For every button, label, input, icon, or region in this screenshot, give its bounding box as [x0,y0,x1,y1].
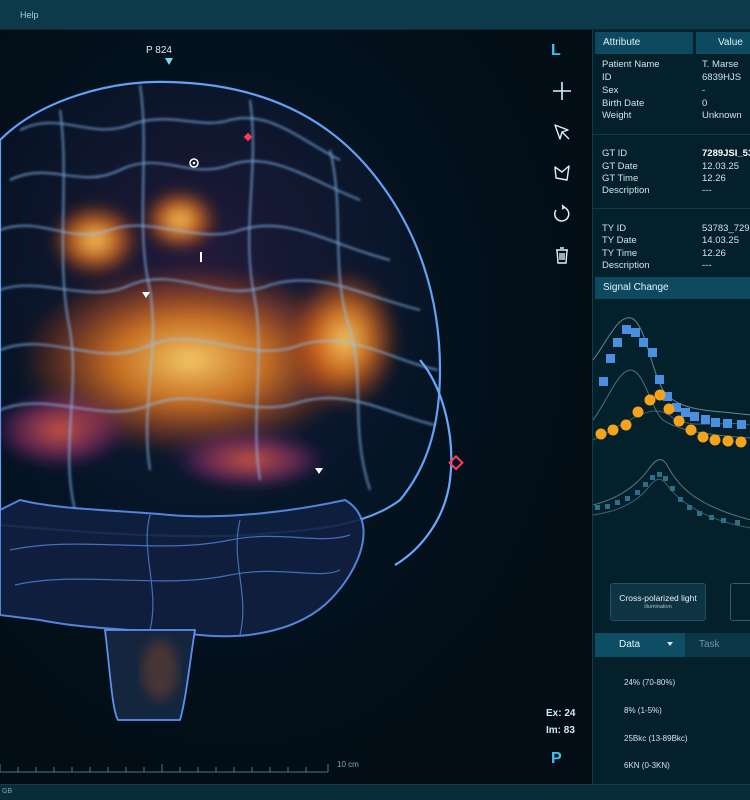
attr-value: --- [702,260,712,271]
data-list-item: 6KN (0-3KN) [624,761,670,770]
rotate-icon [554,204,570,222]
attr-value: 6839HJS [702,72,742,83]
attr-key: TY Date [602,235,637,246]
chevron-down-icon[interactable] [667,642,673,646]
trash-icon [556,247,568,264]
data-list-item: 24% (70-80%) [624,678,676,687]
attribute-table-header: Attribute Value [595,32,750,54]
view-orientation-bottom[interactable]: P [551,750,562,768]
attr-key: GT Date [602,161,638,172]
attr-value: 14.03.25 [702,235,739,246]
attr-key: ID [602,72,612,83]
data-list-item: 8% (1-5%) [624,706,662,715]
data-task-tabs: Data Task [595,633,750,657]
info-panel: Attribute Value Patient Name T. Marse ID… [592,30,750,784]
teal-series-markers [595,472,740,525]
attr-key: TY ID [602,223,627,234]
attr-key: Description [602,260,650,271]
attr-value: Unknown [702,110,742,121]
menu-help[interactable]: Help [20,10,39,20]
tab-data-label: Data [619,639,641,650]
data-list-item: 25Bkc (13-89Bkc) [624,734,688,743]
mode-button-label: Cross-polarized light [619,593,697,603]
3d-viewport[interactable]: P 824 10 cm Ex: 24 Im: 83 [0,30,592,784]
attr-key: GT ID [602,148,628,159]
attr-key: Sex [602,85,619,96]
attr-value: 12.26 [702,248,726,259]
attr-value: T. Marse [702,59,739,70]
secondary-mode-button[interactable] [730,583,750,621]
position-marker-icon[interactable] [165,58,173,65]
cursor-arrow-icon [554,124,570,140]
attr-value: 12.03.25 [702,161,739,172]
attr-value: --- [702,185,712,196]
attr-value: 53783_729 [702,223,750,234]
attr-key: Weight [602,110,632,121]
plus-icon [553,82,571,100]
position-label: P 824 [146,45,172,56]
attr-key: Birth Date [602,98,645,109]
value-column-header[interactable]: Value [696,32,750,54]
attr-value: - [702,85,706,96]
attr-value: 0 [702,98,708,109]
tab-data[interactable]: Data [595,633,685,657]
view-orientation-top[interactable]: L [551,42,561,60]
attr-key: Patient Name [602,59,660,70]
blue-series-markers [599,325,746,429]
mode-button-sublabel: illumination [644,604,672,610]
polygon-tool-button[interactable] [547,158,577,188]
menu-bar: Help [0,0,750,30]
select-tool-button[interactable] [547,117,577,147]
divider [593,208,750,209]
delete-tool-button[interactable] [547,240,577,270]
status-text: GB [2,788,13,795]
attr-key: TY Time [602,248,638,259]
attribute-column-header[interactable]: Attribute [595,32,693,54]
attr-value: 12.26 [702,173,726,184]
ex-readout: Ex: 24 [546,708,576,719]
cross-polarized-light-button[interactable]: Cross-polarized light illumination [610,583,706,621]
tab-task[interactable]: Task [699,633,720,657]
im-readout: Im: 83 [546,725,575,736]
signal-change-header[interactable]: Signal Change [595,277,750,299]
polygon-icon [554,165,570,181]
status-bar: GB [0,784,750,800]
brain-render[interactable] [0,30,592,784]
scale-label: 10 cm [337,760,359,769]
rotate-tool-button[interactable] [547,199,577,229]
crosshair-tool-button[interactable] [547,76,577,106]
attr-key: GT Time [602,173,639,184]
signal-change-chart [593,317,750,529]
divider [593,134,750,135]
attr-key: Description [602,185,650,196]
attr-value: 7289JSI_53 [702,148,750,159]
